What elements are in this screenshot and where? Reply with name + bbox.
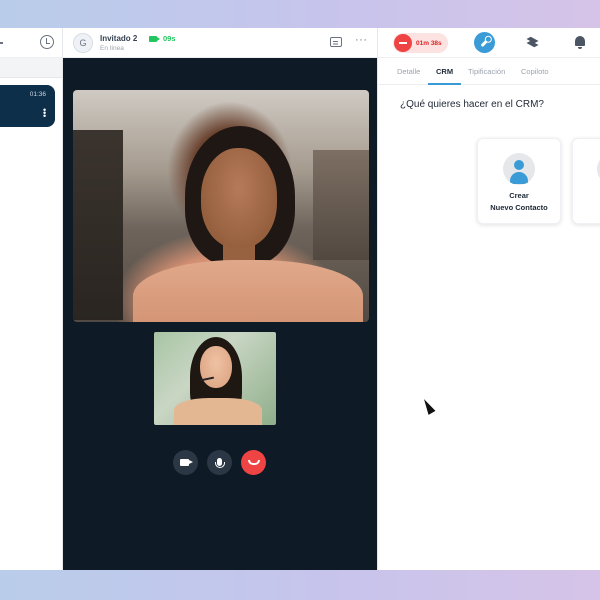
layers-icon[interactable] (526, 36, 539, 48)
crm-panel-header: 01m 38s (378, 28, 600, 58)
history-icon[interactable] (40, 35, 54, 49)
remote-person-face (201, 148, 277, 248)
crm-panel: 01m 38s Detalle CRM Tipificación Copilot… (377, 28, 600, 570)
tab-detalle[interactable]: Detalle (397, 67, 420, 76)
bell-icon[interactable] (575, 36, 585, 49)
conversation-card-active[interactable]: 01:36 • • • (0, 85, 55, 127)
video-stage (63, 58, 377, 570)
toggle-mic-button[interactable] (207, 450, 232, 475)
kebab-menu-icon[interactable]: • • • (43, 106, 46, 121)
call-header: G Invitado 2 En línea 09s ··· (63, 28, 377, 58)
call-timer-pill[interactable]: 01m 38s (393, 33, 448, 53)
crm-tabs: Detalle CRM Tipificación Copiloto (378, 58, 600, 85)
call-controls (63, 450, 377, 478)
background-window (313, 150, 369, 260)
video-timer: 09s (163, 34, 176, 43)
tools-button[interactable] (474, 32, 495, 53)
crm-option-card-partial[interactable] (572, 138, 600, 224)
tab-crm[interactable]: CRM (436, 67, 453, 76)
tab-copiloto[interactable]: Copiloto (521, 67, 549, 76)
app-window: 01:36 • • • G Invitado 2 En línea 09s ··· (0, 28, 600, 570)
camera-icon (180, 459, 193, 466)
conversation-time: 01:36 (29, 91, 46, 98)
local-video (154, 332, 276, 425)
dash-icon (0, 42, 3, 44)
local-person-face (200, 346, 232, 388)
active-tab-indicator (428, 83, 461, 85)
hang-up-icon (247, 460, 260, 465)
conversation-panel: 01:36 • • • (0, 28, 63, 570)
toggle-camera-button[interactable] (173, 450, 198, 475)
microphone-icon (214, 457, 225, 468)
video-timer-badge: 09s (149, 34, 176, 43)
chat-icon[interactable] (330, 37, 342, 47)
remote-person-shirt (133, 260, 363, 322)
remote-video (73, 90, 369, 322)
card-subtitle: Nuevo Contacto (490, 203, 548, 212)
call-timer: 01m 38s (416, 39, 442, 47)
create-contact-card[interactable]: Crear Nuevo Contacto (477, 138, 561, 224)
video-camera-icon (149, 35, 160, 42)
wrench-icon (480, 38, 489, 47)
more-options-icon[interactable]: ··· (355, 34, 368, 46)
crm-question: ¿Qué quieres hacer en el CRM? (400, 99, 544, 110)
conversation-filter-bar (0, 58, 62, 78)
guest-status: En línea (100, 45, 124, 52)
end-call-button[interactable] (241, 450, 266, 475)
card-title: Crear (509, 191, 529, 200)
tab-tipificacion[interactable]: Tipificación (468, 67, 505, 76)
user-icon (503, 153, 535, 185)
background-shelf (73, 130, 123, 320)
stop-icon (394, 34, 412, 52)
guest-avatar: G (73, 33, 93, 53)
conversation-panel-header (0, 28, 62, 58)
guest-name: Invitado 2 (100, 34, 138, 43)
local-person-top (174, 398, 262, 425)
